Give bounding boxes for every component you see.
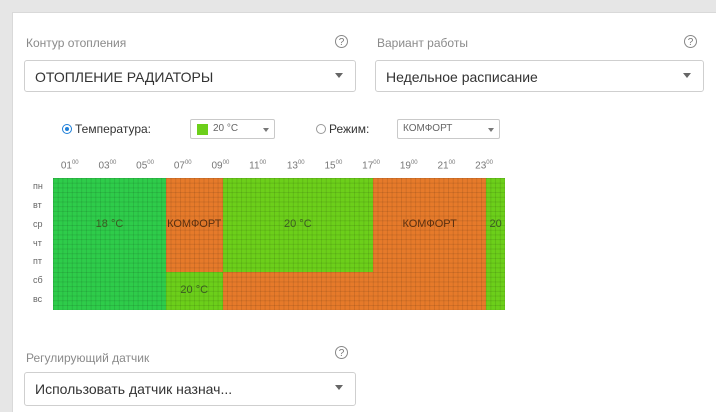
schedule-block[interactable]	[166, 272, 223, 310]
temperature-label: Температура:	[75, 122, 152, 136]
hour-label: 2100	[437, 160, 456, 172]
day-label: пт	[33, 256, 42, 267]
schedule-block[interactable]	[53, 178, 166, 273]
day-label: вт	[33, 199, 42, 210]
chevron-down-icon	[335, 73, 343, 78]
hour-label: 1700	[362, 160, 380, 172]
schedule-block[interactable]	[486, 272, 505, 310]
hour-label: 1300	[286, 160, 305, 172]
temperature-radio[interactable]	[62, 124, 72, 134]
day-label: пн	[33, 181, 43, 191]
schedule-block[interactable]	[166, 178, 223, 273]
mode-value: КОМФОРТ	[403, 123, 453, 134]
chevron-down-icon	[683, 73, 691, 78]
heating-circuit-help-icon[interactable]: ?	[335, 35, 348, 48]
hour-label: 0900	[211, 160, 230, 172]
sensor-label: Регулирующий датчик	[26, 351, 150, 365]
temperature-color-swatch	[197, 124, 208, 135]
chevron-down-icon	[335, 385, 343, 390]
day-label: сб	[33, 275, 43, 286]
hour-label: 1500	[324, 160, 343, 172]
day-label: ср	[33, 218, 43, 229]
chevron-down-icon	[263, 128, 269, 132]
hour-label: 0300	[98, 160, 117, 172]
schedule-block[interactable]	[486, 178, 505, 273]
mode-radio[interactable]	[316, 124, 326, 134]
mode-label: Режим:	[329, 122, 370, 136]
schedule-block[interactable]	[222, 178, 374, 273]
sensor-help-icon[interactable]: ?	[335, 346, 348, 359]
hour-label: 0500	[136, 160, 154, 172]
work-mode-select[interactable]: Недельное расписание	[375, 60, 704, 92]
work-mode-value: Недельное расписание	[386, 69, 538, 85]
chevron-down-icon	[488, 128, 494, 132]
heating-circuit-select[interactable]: ОТОПЛЕНИЕ РАДИАТОРЫ	[24, 60, 356, 92]
heating-circuit-value: ОТОПЛЕНИЕ РАДИАТОРЫ	[35, 69, 214, 85]
schedule-block[interactable]	[53, 272, 166, 310]
work-mode-label: Вариант работы	[377, 36, 468, 50]
schedule-block[interactable]	[222, 272, 487, 310]
hour-label: 1100	[249, 160, 267, 172]
day-label: чт	[33, 237, 42, 248]
temperature-value: 20 °C	[213, 123, 239, 134]
day-label: вс	[33, 294, 43, 305]
hour-label: 0100	[60, 160, 79, 172]
schedule-block[interactable]	[373, 178, 487, 273]
hour-label: 1900	[399, 160, 418, 172]
mode-select[interactable]: КОМФОРТ	[397, 119, 500, 139]
sensor-select[interactable]: Использовать датчик назнач...	[24, 372, 356, 406]
sensor-value: Использовать датчик назнач...	[35, 381, 233, 397]
hour-label: 2300	[475, 160, 493, 172]
heating-circuit-label: Контур отопления	[26, 36, 127, 50]
temperature-select[interactable]: 20 °C	[190, 119, 275, 139]
hour-label: 0700	[173, 160, 192, 172]
work-mode-help-icon[interactable]: ?	[684, 35, 697, 48]
